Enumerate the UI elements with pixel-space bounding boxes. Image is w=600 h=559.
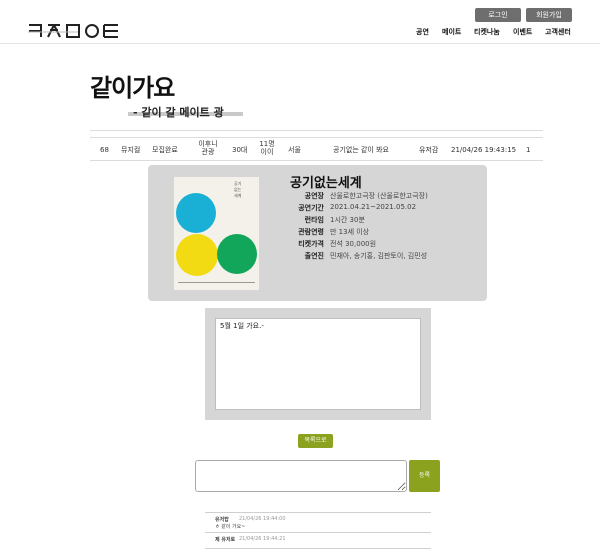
post-age: 30대 bbox=[232, 146, 248, 154]
nav-item-event[interactable]: 이벤트 bbox=[513, 27, 532, 37]
show-title: 공기없는세계 bbox=[290, 176, 362, 191]
post-info-row: 68 뮤지컬 모집완료 이후니 관광 30대 11명 이이 서울 공기없는 같이… bbox=[90, 138, 543, 160]
nav-item-shows[interactable]: 공연 bbox=[416, 27, 429, 37]
show-poster: 공기 없는 세계 bbox=[174, 177, 259, 290]
poster-green-circle bbox=[217, 234, 257, 274]
nav-item-support[interactable]: 고객센터 bbox=[545, 27, 571, 37]
post-subject[interactable]: 공기없는 같이 봐요 bbox=[333, 146, 389, 154]
post-content-panel: 5월 1일 가요.- bbox=[205, 308, 431, 420]
comment-submit-button[interactable]: 등록 bbox=[409, 460, 440, 492]
post-genre: 뮤지컬 bbox=[121, 146, 141, 154]
post-region: 서울 bbox=[288, 146, 301, 154]
post-date: 21/04/26 19:43:15 bbox=[451, 146, 517, 154]
back-to-list-button[interactable]: 목록으로 bbox=[298, 434, 333, 448]
show-info-card: 공기 없는 세계 공기없는세계 공연장 산울로한고극장 (산울로한고극장) 공연기… bbox=[148, 165, 487, 301]
login-button[interactable]: 로그인 bbox=[475, 8, 521, 22]
site-header: 로그인 회원가입 공연 메이트 티켓나눔 이벤트 고객센터 bbox=[0, 0, 600, 44]
nav-item-mate[interactable]: 메이트 bbox=[442, 27, 461, 37]
nav-item-ticket-share[interactable]: 티켓나눔 bbox=[474, 27, 500, 37]
post-views: 1 bbox=[526, 146, 531, 154]
post-number: 68 bbox=[100, 146, 109, 154]
poster-footer bbox=[178, 282, 255, 285]
comment-time: 21/04/26 19:44:21 bbox=[239, 536, 286, 542]
post-author: 유저감 bbox=[419, 146, 439, 154]
page-subtitle: - 같이 갈 메이트 광 bbox=[133, 106, 224, 119]
poster-title: 공기 없는 세계 bbox=[234, 181, 242, 198]
comment-input[interactable] bbox=[195, 460, 407, 492]
poster-yellow-circle bbox=[176, 234, 218, 276]
comment-item: 유저탑 21/04/26 19:44:00 ㅎ 같이 가요~ bbox=[205, 512, 431, 534]
signup-button[interactable]: 회원가입 bbox=[526, 8, 572, 22]
divider bbox=[205, 548, 431, 549]
comment-author: 유저탑 bbox=[215, 517, 229, 523]
post-gender: 11명 이이 bbox=[259, 140, 275, 156]
post-content-box: 5월 1일 가요.- bbox=[215, 318, 421, 410]
comment-author: 제 유저로 bbox=[215, 537, 236, 543]
divider bbox=[90, 160, 543, 161]
post-meet-type: 이후니 관광 bbox=[198, 140, 218, 156]
site-logo[interactable] bbox=[28, 23, 120, 39]
divider bbox=[90, 130, 543, 131]
post-content-text: 5월 1일 가요.- bbox=[220, 322, 264, 330]
poster-blue-circle bbox=[176, 193, 216, 233]
post-status: 모집완료 bbox=[152, 146, 178, 154]
comment-time: 21/04/26 19:44:00 bbox=[239, 516, 286, 522]
comment-body: ㅎ 같이 가요~ bbox=[215, 524, 246, 530]
page-title: 같이가요 bbox=[90, 74, 175, 102]
